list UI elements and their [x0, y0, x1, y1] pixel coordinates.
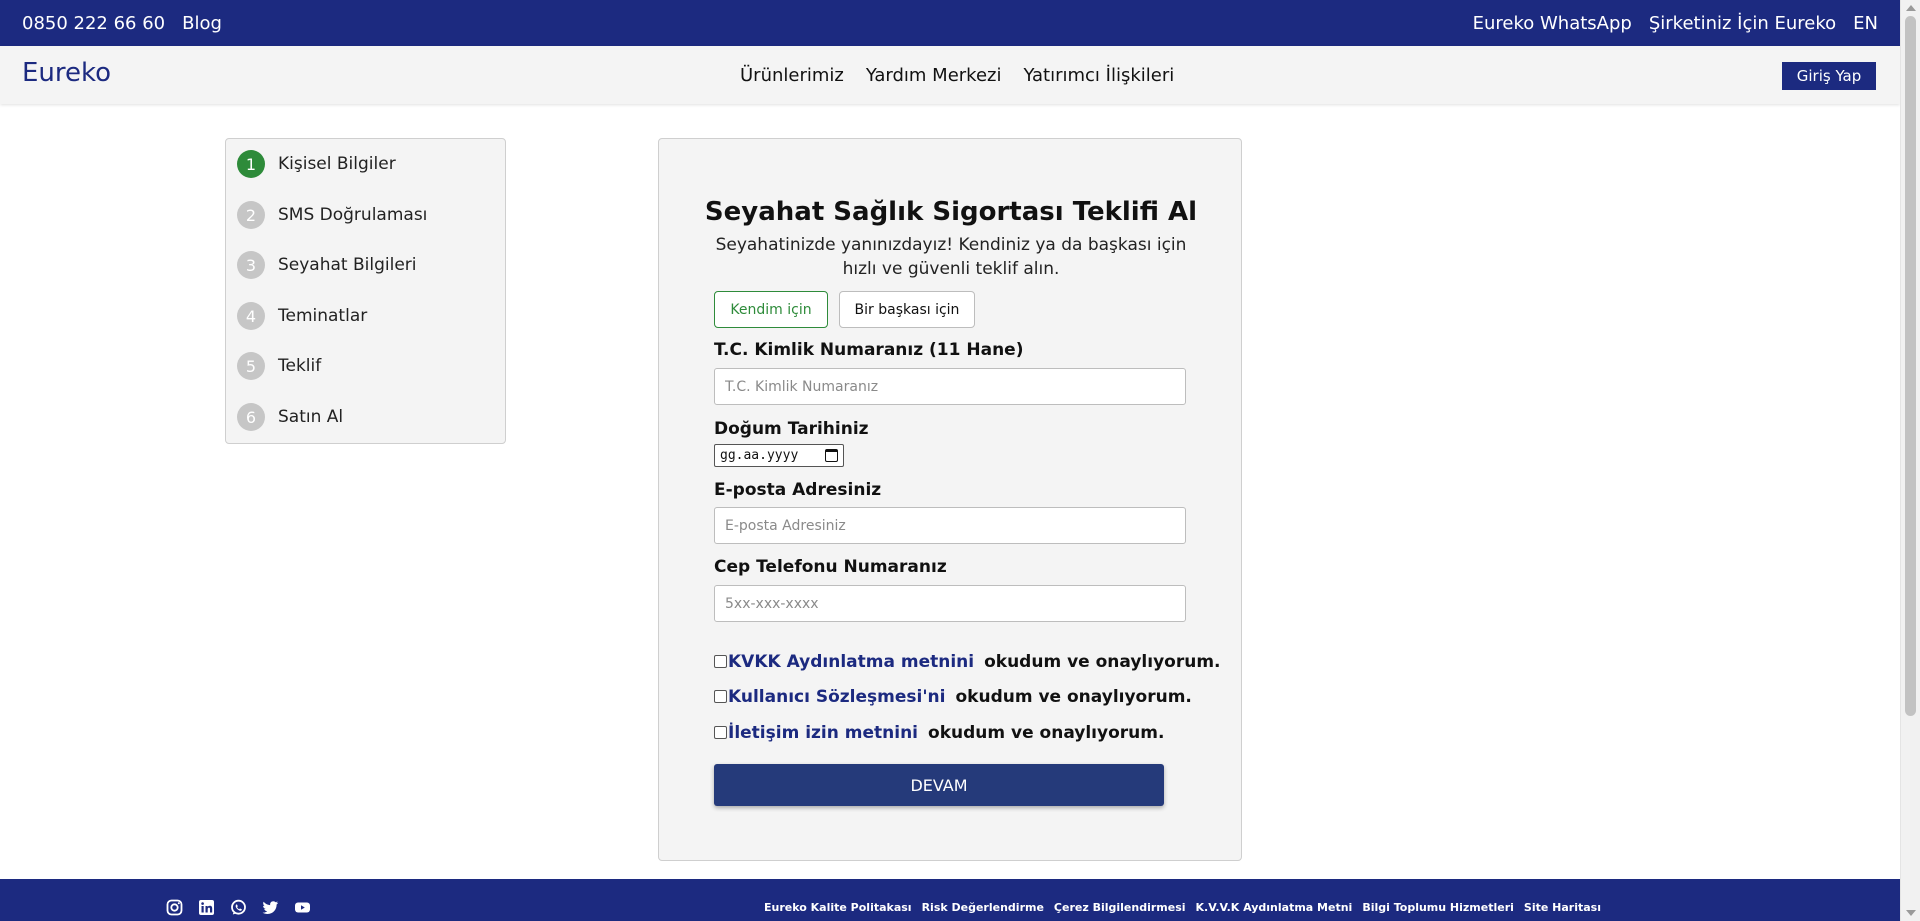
step-number: 4: [237, 302, 265, 330]
youtube-icon[interactable]: [294, 899, 311, 916]
step-label: SMS Doğrulaması: [278, 205, 428, 225]
login-button[interactable]: Giriş Yap: [1782, 62, 1876, 90]
step-personal-info: 1 Kişisel Bilgiler: [237, 149, 396, 179]
nav-item-investor-relations[interactable]: Yatırımcı İlişkileri: [1023, 65, 1174, 86]
birth-date-input[interactable]: gg.aa.yyyy: [714, 444, 844, 467]
step-offer: 5 Teklif: [237, 351, 321, 381]
step-travel-info: 3 Seyahat Bilgileri: [237, 250, 417, 280]
whatsapp-link[interactable]: Eureko WhatsApp: [1473, 13, 1632, 34]
step-number: 6: [237, 403, 265, 431]
consent-text: okudum ve onaylıyorum.: [984, 652, 1221, 672]
consent-kvkk: KVKK Aydınlatma metnini okudum ve onaylı…: [714, 652, 1221, 672]
page-title: Seyahat Sağlık Sigortası Teklifi Al: [704, 197, 1198, 227]
footer-links: Eureko Kalite Politakası Risk Değerlendi…: [764, 901, 1601, 914]
birth-date-label: Doğum Tarihiniz: [714, 419, 869, 439]
scroll-up-arrow-icon[interactable]: [1906, 5, 1916, 11]
social-links: [166, 899, 311, 916]
continue-button[interactable]: DEVAM: [714, 764, 1164, 806]
language-switch[interactable]: EN: [1853, 13, 1878, 34]
footer: Eureko Kalite Politakası Risk Değerlendi…: [0, 879, 1900, 921]
step-label: Satın Al: [278, 407, 344, 427]
main-header: Eureko Ürünlerimiz Yardım Merkezi Yatırı…: [0, 46, 1900, 104]
step-sms-verification: 2 SMS Doğrulaması: [237, 200, 427, 230]
tc-label: T.C. Kimlik Numaranız (11 Hane): [714, 340, 1024, 360]
page-scrollbar[interactable]: [1900, 0, 1920, 921]
consent-communication: İletişim izin metnini okudum ve onaylıyo…: [714, 723, 1164, 743]
nav-item-products[interactable]: Ürünlerimiz: [740, 65, 844, 86]
step-label: Kişisel Bilgiler: [278, 154, 396, 174]
step-label: Seyahat Bilgileri: [278, 255, 417, 275]
footer-link-quality-policy[interactable]: Eureko Kalite Politakası: [764, 901, 912, 914]
scrollbar-thumb[interactable]: [1905, 16, 1916, 716]
step-label: Teklif: [278, 356, 322, 376]
logo[interactable]: Eureko: [22, 58, 111, 88]
step-number: 1: [237, 150, 265, 178]
step-label: Teminatlar: [278, 306, 368, 326]
nav-item-help-center[interactable]: Yardım Merkezi: [866, 65, 1002, 86]
footer-link-risk-assessment[interactable]: Risk Değerlendirme: [922, 901, 1044, 914]
main-nav: Ürünlerimiz Yardım Merkezi Yatırımcı İli…: [740, 46, 1174, 104]
birth-date-placeholder: gg.aa.yyyy: [720, 448, 799, 463]
email-label: E-posta Adresiniz: [714, 480, 882, 500]
steps-panel: 1 Kişisel Bilgiler 2 SMS Doğrulaması 3 S…: [225, 138, 506, 444]
user-agreement-checkbox[interactable]: [714, 690, 727, 703]
scroll-down-arrow-icon[interactable]: [1906, 910, 1916, 916]
kvkk-link[interactable]: KVKK Aydınlatma metnini: [728, 652, 974, 672]
consent-text: okudum ve onaylıyorum.: [928, 723, 1165, 743]
step-number: 2: [237, 201, 265, 229]
page-subtitle: Seyahatinizde yanınızdayız! Kendiniz ya …: [715, 235, 1187, 279]
communication-link[interactable]: İletişim izin metnini: [728, 723, 918, 743]
instagram-icon[interactable]: [166, 899, 183, 916]
business-link[interactable]: Şirketiniz İçin Eureko: [1649, 13, 1836, 34]
tc-input[interactable]: [714, 368, 1186, 405]
communication-checkbox[interactable]: [714, 726, 727, 739]
step-number: 3: [237, 251, 265, 279]
calendar-icon[interactable]: [825, 449, 838, 462]
email-input[interactable]: [714, 507, 1186, 544]
consent-text: okudum ve onaylıyorum.: [955, 687, 1192, 707]
footer-link-kvkk[interactable]: K.V.V.K Aydınlatma Metni: [1196, 901, 1353, 914]
step-purchase: 6 Satın Al: [237, 402, 343, 432]
whatsapp-icon[interactable]: [230, 899, 247, 916]
consent-user-agreement: Kullanıcı Sözleşmesi'ni okudum ve onaylı…: [714, 687, 1192, 707]
footer-link-sitemap[interactable]: Site Haritası: [1524, 901, 1601, 914]
phone-input[interactable]: [714, 585, 1186, 622]
kvkk-checkbox[interactable]: [714, 655, 727, 668]
phone-link[interactable]: 0850 222 66 60: [22, 13, 165, 34]
top-bar: 0850 222 66 60 Blog Eureko WhatsApp Şirk…: [0, 0, 1900, 46]
user-agreement-link[interactable]: Kullanıcı Sözleşmesi'ni: [728, 687, 945, 707]
footer-link-info-society[interactable]: Bilgi Toplumu Hizmetleri: [1362, 901, 1514, 914]
twitter-icon[interactable]: [262, 899, 279, 916]
quote-form-card: Seyahat Sağlık Sigortası Teklifi Al Seya…: [658, 138, 1242, 861]
blog-link[interactable]: Blog: [182, 13, 222, 34]
linkedin-icon[interactable]: [198, 899, 215, 916]
footer-link-cookie-info[interactable]: Çerez Bilgilendirmesi: [1054, 901, 1186, 914]
for-other-button[interactable]: Bir başkası için: [839, 291, 975, 328]
for-self-button[interactable]: Kendim için: [714, 291, 828, 328]
phone-label: Cep Telefonu Numaranız: [714, 557, 947, 577]
step-number: 5: [237, 352, 265, 380]
step-coverages: 4 Teminatlar: [237, 301, 367, 331]
